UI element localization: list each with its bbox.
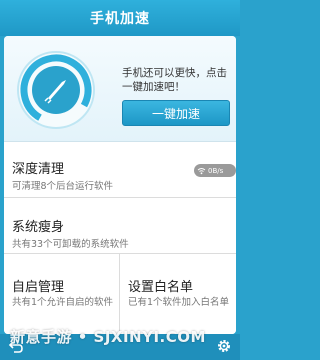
rocket-gauge-icon: [17, 51, 95, 129]
wifi-icon: [197, 167, 206, 174]
watermark-text: 新意手游 • SJXINYI.COM: [10, 328, 206, 346]
network-speed-badge: 0B/s: [194, 164, 236, 177]
one-click-boost-button[interactable]: 一键加速: [122, 100, 230, 126]
whitelist-title: 设置白名单: [128, 280, 194, 295]
bottom-tiles: 自启管理 共有1个允许自启的软件 设置白名单 已有1个软件加入白名单: [4, 254, 236, 334]
autostart-tile[interactable]: 自启管理 共有1个允许自启的软件: [4, 254, 120, 334]
autostart-title: 自启管理: [12, 280, 65, 295]
gear-icon[interactable]: [216, 338, 232, 354]
deep-clean-title: 深度清理: [12, 162, 65, 177]
main-panel: 手机还可以更快，点击一键加速吧！ 一键加速 深度清理 可清理8个后台运行软件 系…: [4, 36, 236, 334]
app-header: 手机加速: [0, 0, 240, 36]
system-slim-subtitle: 共有33个可卸载的系统软件: [12, 239, 129, 250]
system-slim-title: 系统瘦身: [12, 220, 65, 235]
whitelist-subtitle: 已有1个软件加入白名单: [128, 297, 230, 308]
whitelist-tile[interactable]: 设置白名单 已有1个软件加入白名单: [120, 254, 236, 334]
hero-message: 手机还可以更快，点击一键加速吧！: [122, 67, 227, 93]
page-title: 手机加速: [90, 11, 150, 27]
deep-clean-subtitle: 可清理8个后台运行软件: [12, 181, 114, 192]
boost-hero: 手机还可以更快，点击一键加速吧！ 一键加速: [4, 36, 236, 142]
speed-value: 0B/s: [208, 166, 224, 175]
system-slim-row[interactable]: 系统瘦身 共有33个可卸载的系统软件: [4, 198, 236, 254]
autostart-subtitle: 共有1个允许自启的软件: [12, 297, 114, 308]
